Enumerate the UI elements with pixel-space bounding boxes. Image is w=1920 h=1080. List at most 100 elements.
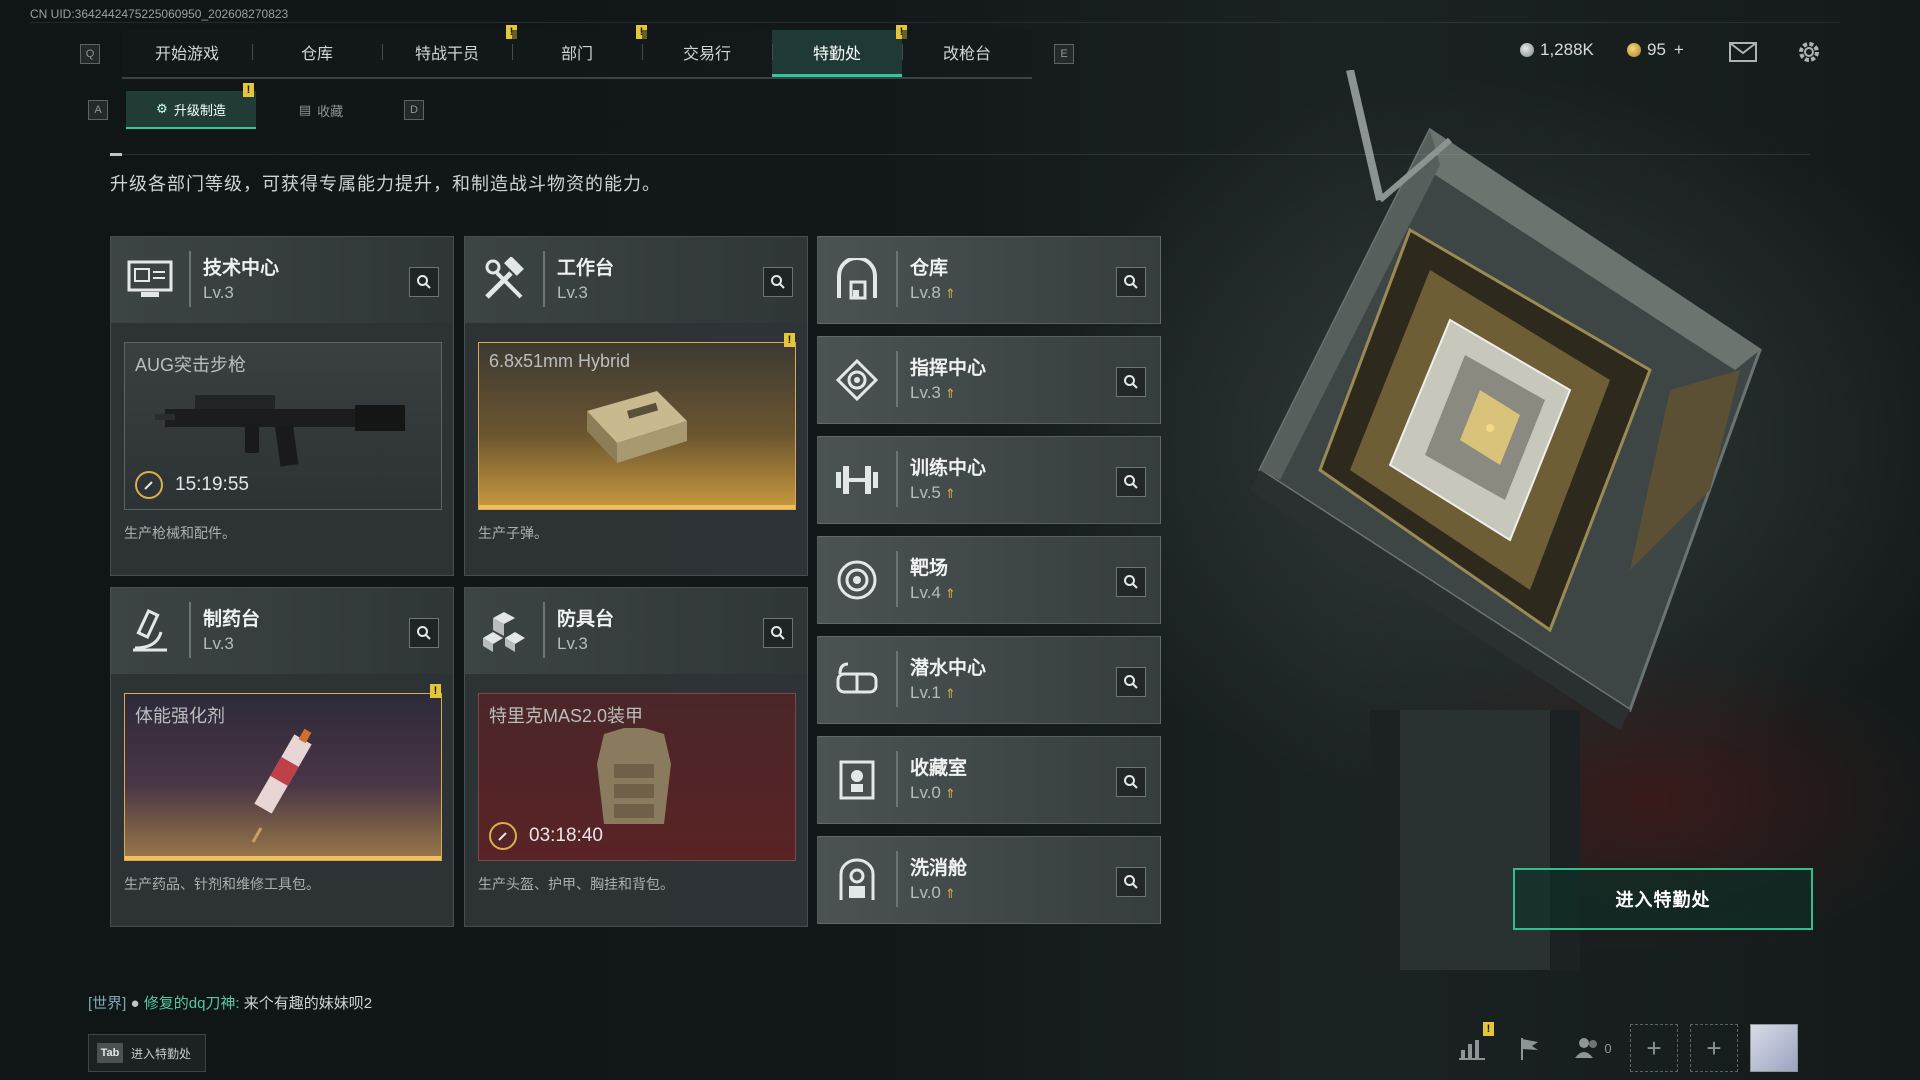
level-text: Lv.4 <box>910 583 941 602</box>
chat-username[interactable]: 修复的dq刀神: <box>144 995 240 1012</box>
level-text: Lv.1 <box>910 683 941 702</box>
subtab-collection[interactable]: ▤ 收藏 <box>256 92 386 128</box>
department-level: Lv.0 ⇑ <box>910 783 956 803</box>
main-nav: Q 开始游戏 仓库 特战干员! 部门! 交易行 特勤处! 改枪台 E <box>80 24 1074 79</box>
department-level: Lv.8 ⇑ <box>910 283 956 303</box>
tab-key: Tab <box>97 1043 123 1063</box>
product-name: 6.8x51mm Hybrid <box>489 351 631 371</box>
workshop-card-pharmacy[interactable]: 制药台 Lv.3 体能强化剂 ! 生产药品、针剂和维修工具包。 <box>110 587 454 927</box>
prev-subtab-key-hint[interactable]: A <box>88 100 108 120</box>
product-slot[interactable]: 6.8x51mm Hybrid <box>478 342 796 510</box>
dumbbell-icon <box>832 455 882 505</box>
search-icon[interactable] <box>1116 267 1146 297</box>
add-slot-icon[interactable]: + <box>1690 1024 1738 1072</box>
enter-special-ops-button[interactable]: 进入特勤处 <box>1513 868 1813 930</box>
department-row-collection-room[interactable]: 收藏室 Lv.0 ⇑ <box>817 736 1161 824</box>
header-separator <box>896 351 898 407</box>
friends-button[interactable]: 0 <box>1568 1028 1618 1068</box>
department-level: Lv.1 ⇑ <box>910 683 956 703</box>
upgrade-arrow-icon: ⇑ <box>944 586 956 601</box>
world-chat-line[interactable]: [世界] ● 修复的dq刀神: 来个有趣的妹妹呗2 <box>88 992 372 1013</box>
hud-divider <box>30 22 1840 23</box>
tab-label: 改枪台 <box>942 45 991 63</box>
flag-icon[interactable] <box>1510 1028 1550 1068</box>
department-level: Lv.5 ⇑ <box>910 483 956 503</box>
workshop-name: 制药台 <box>203 609 261 630</box>
page-description: 升级各部门等级，可获得专属能力提升，和制造战斗物资的能力。 <box>110 174 661 194</box>
workshop-name: 技术中心 <box>203 258 280 279</box>
header-separator <box>543 251 545 307</box>
department-row-decontamination[interactable]: 洗消舱 Lv.0 ⇑ <box>817 836 1161 924</box>
department-name: 洗消舱 <box>910 858 968 879</box>
prev-tab-key-hint[interactable]: Q <box>80 44 100 64</box>
chat-message: 来个有趣的妹妹呗2 <box>243 995 373 1012</box>
workshop-description: 生产子弹。 <box>478 525 548 541</box>
next-subtab-key-hint[interactable]: D <box>404 100 424 120</box>
tab-label: 开始游戏 <box>154 45 219 63</box>
product-slot[interactable]: 特里克MAS2.0装甲 03:18:40 <box>478 693 796 861</box>
tab-start-game[interactable]: 开始游戏 <box>122 29 252 74</box>
workshop-level: Lv.3 <box>203 283 234 302</box>
tab-label: 部门 <box>560 45 593 63</box>
search-icon[interactable] <box>1116 667 1146 697</box>
tab-hint[interactable]: Tab 进入特勤处 <box>88 1034 206 1072</box>
subtab-label: 升级制造 <box>173 102 226 118</box>
product-slot[interactable]: 体能强化剂 <box>124 693 442 861</box>
friends-icon <box>1575 1038 1598 1058</box>
stats-chart-icon[interactable]: ! <box>1452 1022 1494 1068</box>
department-level: Lv.4 ⇑ <box>910 583 956 603</box>
department-row-shooting-range[interactable]: 靶场 Lv.4 ⇑ <box>817 536 1161 624</box>
tab-gunsmith[interactable]: 改枪台 <box>902 29 1032 74</box>
department-row-diving-center[interactable]: 潜水中心 Lv.1 ⇑ <box>817 636 1161 724</box>
subtab-upgrade-craft[interactable]: ⚙ 升级制造 ! <box>126 83 256 129</box>
craft-timer: 15:19:55 <box>135 471 249 499</box>
department-row-command-center[interactable]: 指挥中心 Lv.3 ⇑ <box>817 336 1161 424</box>
tab-operators[interactable]: 特战干员! <box>382 24 517 74</box>
department-name: 训练中心 <box>910 458 987 479</box>
level-text: Lv.8 <box>910 283 941 302</box>
search-icon[interactable] <box>1116 467 1146 497</box>
friends-count: 0 <box>1604 1040 1612 1056</box>
user-uid: CN UID:3642442475225060950_202608270823 <box>30 7 289 21</box>
search-icon[interactable] <box>763 618 793 648</box>
workshop-card-tech-center[interactable]: 技术中心 Lv.3 AUG突击步枪 15:19:55 生产枪械和配件。 <box>110 236 454 576</box>
tab-label: 特勤处 <box>812 45 861 63</box>
workshop-card-workbench[interactable]: 工作台 Lv.3 6.8x51mm Hybrid ! 生产子弹。 <box>464 236 808 576</box>
product-slot[interactable]: AUG突击步枪 15:19:55 <box>124 342 442 510</box>
search-icon[interactable] <box>1116 567 1146 597</box>
workshop-card-armor-bench[interactable]: 防具台 Lv.3 特里克MAS2.0装甲 03:18:40 生产头盔、护甲、胸挂… <box>464 587 808 927</box>
workshop-name: 防具台 <box>557 609 615 630</box>
level-text: Lv.3 <box>910 383 941 402</box>
wrench-timer-icon <box>135 471 163 499</box>
player-avatar[interactable] <box>1750 1024 1798 1072</box>
tab-departments[interactable]: 部门! <box>512 24 647 74</box>
upgrade-arrow-icon: ⇑ <box>944 386 956 401</box>
workshop-level: Lv.3 <box>203 634 234 653</box>
level-text: Lv.5 <box>910 483 941 502</box>
silver-amount: 1,288K <box>1540 40 1594 59</box>
command-icon <box>832 355 882 405</box>
department-row-training-center[interactable]: 训练中心 Lv.5 ⇑ <box>817 436 1161 524</box>
mail-icon[interactable] <box>1728 38 1758 66</box>
add-gold-button[interactable]: + <box>1674 40 1684 60</box>
notification-badge: ! <box>243 83 254 97</box>
goggles-icon <box>832 655 882 705</box>
department-row-warehouse[interactable]: 仓库 Lv.8 ⇑ <box>817 236 1161 324</box>
add-slot-icon[interactable]: + <box>1630 1024 1678 1072</box>
department-name: 仓库 <box>910 258 949 279</box>
header-separator <box>189 602 191 658</box>
search-icon[interactable] <box>1116 867 1146 897</box>
next-tab-key-hint[interactable]: E <box>1054 44 1074 64</box>
search-icon[interactable] <box>1116 367 1146 397</box>
search-icon[interactable] <box>409 618 439 648</box>
department-name: 靶场 <box>910 558 949 579</box>
workshop-description: 生产头盔、护甲、胸挂和背包。 <box>478 876 674 892</box>
search-icon[interactable] <box>1116 767 1146 797</box>
tab-special-ops[interactable]: 特勤处! <box>772 24 907 77</box>
settings-gear-icon[interactable] <box>1794 38 1824 66</box>
search-icon[interactable] <box>409 267 439 297</box>
player-badge-icon: ● <box>130 995 140 1012</box>
tab-trading[interactable]: 交易行 <box>642 29 772 74</box>
tab-warehouse[interactable]: 仓库 <box>252 29 382 74</box>
search-icon[interactable] <box>763 267 793 297</box>
